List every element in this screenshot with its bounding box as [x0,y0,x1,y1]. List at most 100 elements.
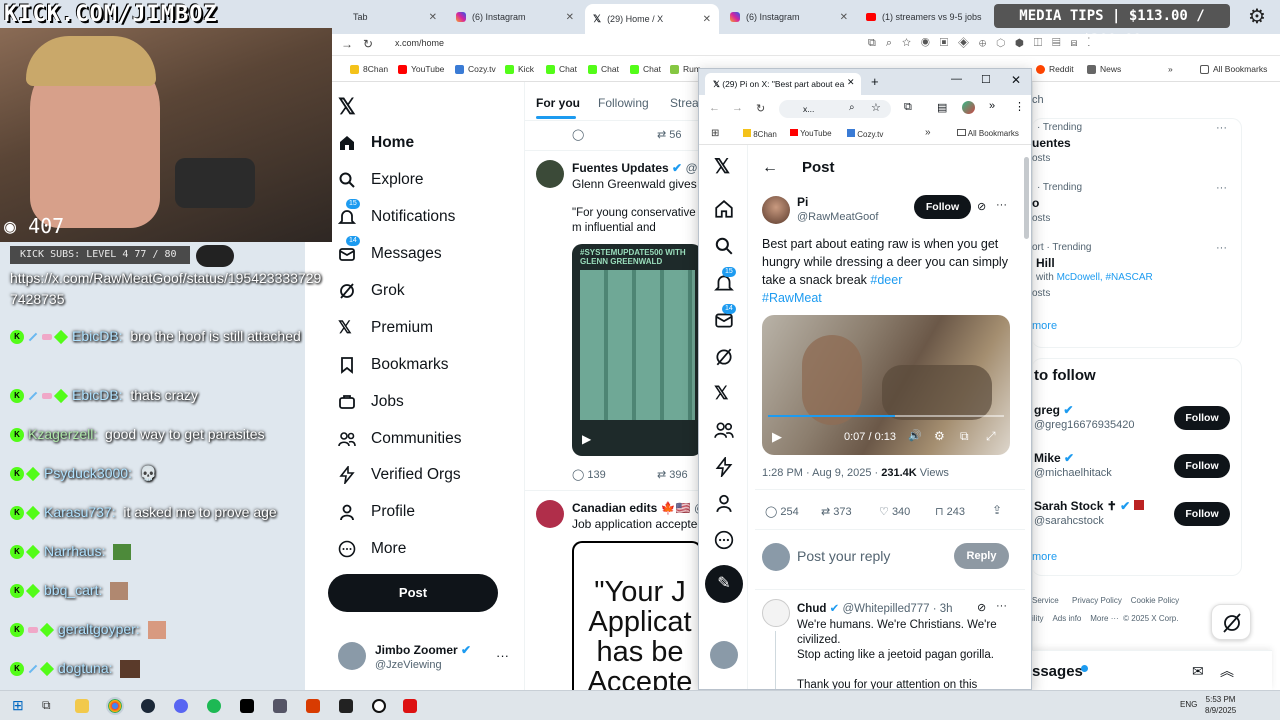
compose-message-icon[interactable]: ✉ [1192,663,1204,680]
nav-more[interactable]: More [338,540,406,558]
url-input[interactable]: x.com/home [395,38,444,48]
chat-username[interactable]: dogtuna: [58,660,113,676]
browser-tab[interactable]: (6) Instagram ✕ [448,6,582,28]
close-icon[interactable]: ✕ [566,12,574,23]
app-icon[interactable] [240,699,254,713]
nav-communities[interactable]: Communities [338,430,461,448]
home-icon[interactable] [714,199,734,219]
clock[interactable]: 5:53 PM 8/9/2025 [1205,694,1236,716]
extensions-icon[interactable]: ⧉ [904,101,912,114]
reply-author[interactable]: Chud ✔ @Whitepilled777 · 3h [797,601,953,615]
footer-link[interactable]: Ads info [1052,614,1081,623]
post-video[interactable]: ▶ 0:07 / 0:13 🔊 ⚙ ⧉ ⤢ [762,315,1010,455]
reply-input[interactable]: Post your reply [797,548,890,564]
file-explorer-icon[interactable] [75,699,89,713]
browser-tab-active[interactable]: 𝕏 (29) Home / X ✕ [585,4,719,34]
post-video[interactable]: #SYSTEMUPDATE500 WITH GLENN GREENWALD ▶ [572,244,702,456]
reply-button[interactable]: Reply [954,543,1009,569]
close-icon[interactable]: ✕ [429,12,437,23]
bookmark-item[interactable]: Reddit [1036,64,1074,74]
steam-icon[interactable] [141,699,155,713]
repost-stat[interactable]: ⇄ 56 [657,128,682,141]
profile-icon[interactable] [962,101,975,114]
close-window-icon[interactable]: ✕ [1011,73,1021,87]
lightning-icon[interactable] [714,457,734,477]
footer-link[interactable]: ility [1032,614,1044,623]
search-icon[interactable] [714,236,734,256]
footer-link[interactable]: More ··· [1090,614,1118,623]
close-icon[interactable]: ✕ [703,14,711,25]
avatar[interactable] [338,642,366,670]
author-handle[interactable]: @RawMeatGoof [797,211,878,223]
chat-username[interactable]: EbicDB: [72,387,123,403]
compose-post-button[interactable]: ✎ [705,565,743,603]
hashtag-link[interactable]: #deer [870,273,902,287]
chat-username[interactable]: Psyduck3000: [44,465,132,481]
avatar[interactable] [536,160,564,188]
volume-icon[interactable]: 🔊 [908,429,922,442]
scrollbar[interactable] [1024,157,1029,239]
maximize-icon[interactable]: ☐ [981,73,991,86]
mail-icon[interactable]: 14 [714,304,736,330]
tab-for-you[interactable]: For you [536,96,580,110]
search-input[interactable]: ch [1032,94,1044,106]
post-author[interactable]: Fuentes Updates ✔ @Fu [572,161,712,175]
chevron-right-icon[interactable]: » [989,100,995,112]
back-icon[interactable]: ← [709,102,720,114]
minimize-icon[interactable]: — [951,73,962,85]
follow-suggestion-name[interactable]: Sarah Stock ✝ ✔ [1034,499,1144,513]
post-image[interactable]: "Your J Applicat has be Accepte [572,541,702,690]
more-icon[interactable]: ··· [1216,242,1227,254]
app-icon[interactable] [403,699,417,713]
toolbar-icons[interactable]: ⧉⌕☆◉▣◈⊕⬡⬢◫▤⧈⋮ [868,37,1100,50]
chat-link[interactable]: https://x.com/RawMeatGoof/status/1954233… [10,268,328,310]
browser-tab[interactable]: (1) streamers vs 9-5 jobs [858,6,992,28]
nav-explore[interactable]: Explore [338,171,424,189]
grok-icon[interactable] [714,347,734,367]
more-icon[interactable]: ··· [996,199,1007,211]
follow-suggestion-name[interactable]: Mike ✔ [1034,451,1074,465]
nav-profile[interactable]: Profile [338,503,415,521]
nav-bookmarks[interactable]: Bookmarks [338,356,449,374]
trend-title[interactable]: uentes [1032,136,1071,150]
nav-messages[interactable]: 14 Messages [338,236,442,263]
all-bookmarks[interactable]: All Bookmarks [1200,64,1267,74]
follow-button[interactable]: Follow [1174,454,1230,478]
chevron-right-icon[interactable]: » [925,127,931,138]
trend-title[interactable]: o [1032,196,1039,210]
people-icon[interactable] [714,420,734,440]
spotify-icon[interactable] [207,699,221,713]
x-logo-icon[interactable]: 𝕏 [338,94,356,120]
bookmark-item[interactable]: Chat [630,64,661,74]
bookmark-item[interactable]: Rum [670,64,701,74]
popup-tab[interactable]: 𝕏 (29) Pi on X: "Best part about ea [705,73,861,95]
chrome-icon[interactable] [106,697,124,715]
chat-username[interactable]: EbicDB: [72,328,123,344]
video-progress-track[interactable] [768,415,1004,417]
reply-icon[interactable]: ◯ [572,128,584,141]
language-indicator[interactable]: ENG [1180,700,1197,709]
play-icon[interactable]: ▶ [582,432,591,446]
browser-tab[interactable]: Tab ✕ [345,6,445,28]
tab-following[interactable]: Following [598,96,649,110]
chat-username[interactable]: bbq_cart: [44,582,102,598]
bookmark-item[interactable]: Chat [588,64,619,74]
follow-button[interactable]: Follow [1174,406,1230,430]
chat-username[interactable]: Karasu737: [44,504,116,520]
bookmark-item[interactable]: Cozy.tv [455,64,496,74]
messages-drawer[interactable]: ssages ✉ ︽ [1032,650,1272,690]
post-button[interactable]: Post [328,574,498,612]
app-icon[interactable] [273,699,287,713]
chevron-up-icon[interactable]: ︽ [1220,661,1234,681]
forward-icon[interactable]: → [732,102,743,114]
trend-title[interactable]: Hill [1036,256,1055,270]
x-premium-icon[interactable]: 𝕏 [714,383,734,403]
tab-streams[interactable]: Strea [670,96,699,110]
bookmark-item[interactable]: YouTube [398,64,444,74]
all-bookmarks[interactable]: All Bookmarks [957,129,1019,138]
follow-button[interactable]: Follow [1174,502,1230,526]
bookmark-item[interactable]: 8Chan [743,129,777,139]
bookmark-item[interactable]: YouTube [790,129,832,138]
show-more-link[interactable]: more [1032,320,1057,332]
chat-username[interactable]: Kzagerzell: [28,426,97,442]
